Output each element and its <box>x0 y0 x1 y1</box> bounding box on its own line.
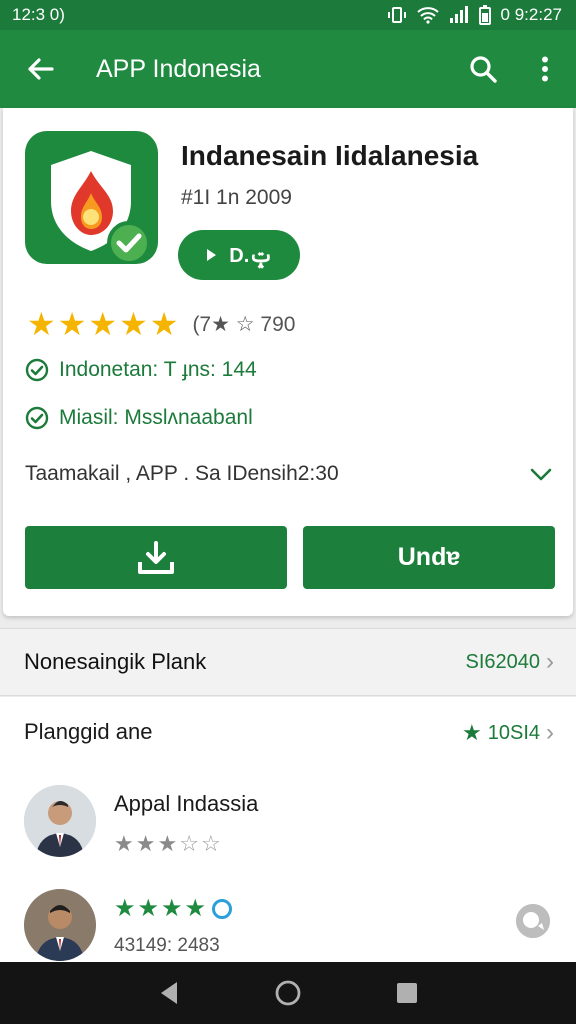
chat-bubble-icon <box>516 904 550 938</box>
system-nav-bar <box>0 962 576 1024</box>
star-filled-icon: ★ <box>149 306 179 342</box>
reviews-title: Planggid ane <box>24 719 153 744</box>
check-circle-icon <box>25 406 49 430</box>
chevron-right-icon: › <box>546 719 554 746</box>
app-name: Indanesain Iidalanesia <box>181 140 479 171</box>
star-filled-icon: ★ <box>157 831 178 856</box>
status-bar: 12:3 0) 0 9:2:27 <box>0 0 576 30</box>
rating-text: (7★ ☆ 790 <box>192 312 296 336</box>
app-subtitle: #1I 1n 2009 <box>181 186 292 209</box>
status-time: 12:3 0) <box>12 5 65 24</box>
star-filled-icon: ★ <box>161 895 183 922</box>
info-row-meta: Miasil: Msslʌnaabanl <box>25 406 253 430</box>
star-filled-icon: ★ <box>114 831 134 856</box>
install-button-label: Undɐ <box>397 543 461 571</box>
battery-icon <box>478 5 491 25</box>
open-button[interactable]: D.ݓ <box>178 230 300 280</box>
info-installs-text: Indonetan: T ɟns: 144 <box>59 358 257 381</box>
review-stars: ★ ★ ★ ☆ ☆ <box>114 833 221 855</box>
more-vert-icon <box>542 56 548 82</box>
app-bar-title: APP Indonesia <box>96 54 261 83</box>
status-clock: 0 9:2:27 <box>500 5 562 24</box>
overflow-menu-button[interactable] <box>514 30 576 108</box>
info-meta-text: Miasil: Msslʌnaabanl <box>59 406 253 429</box>
back-button[interactable] <box>0 30 80 108</box>
developer-text: Taamakail , APP . Sa IDensih2:30 <box>25 462 339 485</box>
app-icon <box>25 131 158 264</box>
play-icon <box>207 249 217 261</box>
avatar[interactable] <box>24 889 96 961</box>
feedback-button[interactable] <box>516 904 550 938</box>
nav-home-icon[interactable] <box>274 979 302 1007</box>
verified-badge-icon <box>212 899 233 919</box>
nav-back-icon[interactable] <box>157 980 181 1006</box>
star-empty-icon: ☆ <box>200 831 221 856</box>
rating-row: ★ ★ ★ ★ ★ (7★ ☆ 790 <box>27 308 295 340</box>
similar-apps-title: Nonesaingik Plank <box>24 649 207 674</box>
star-empty-icon: ☆ <box>179 831 199 856</box>
shield-flame-icon <box>51 151 151 264</box>
chevron-down-icon[interactable] <box>529 466 553 482</box>
star-filled-icon: ★ <box>27 306 56 342</box>
search-icon <box>470 56 497 83</box>
reviews-header-action[interactable]: ★ 10SI4 › <box>462 719 554 747</box>
download-icon <box>138 540 174 574</box>
person-avatar-image <box>24 889 96 961</box>
developer-row[interactable]: Taamakail , APP . Sa IDensih2:30 <box>25 462 553 486</box>
download-button[interactable] <box>25 526 287 589</box>
star-icon: ★ <box>462 720 482 745</box>
star-filled-icon: ★ <box>57 306 87 342</box>
review-author: Appal Indassia <box>114 791 259 816</box>
star-filled-icon: ★ <box>88 306 118 342</box>
star-filled-icon: ★ <box>114 895 136 922</box>
reviews-section: Planggid ane ★ 10SI4 › Appal Indassia ★ ★… <box>0 697 576 962</box>
app-bar: APP Indonesia <box>0 30 576 108</box>
open-button-label: D.ݓ <box>229 244 273 267</box>
similar-apps-count: SI62040 <box>465 650 540 673</box>
search-button[interactable] <box>452 30 514 108</box>
star-filled-icon: ★ <box>137 895 160 922</box>
reviews-count: 10SI4 <box>487 721 540 744</box>
star-filled-icon: ★ <box>135 831 156 856</box>
info-row-installs: Indonetan: T ɟns: 144 <box>25 358 257 382</box>
nav-recents-icon[interactable] <box>395 981 419 1005</box>
back-arrow-icon <box>28 58 54 80</box>
star-filled-icon: ★ <box>119 306 148 342</box>
person-avatar-image <box>24 785 96 857</box>
app-details-card: Indanesain Iidalanesia #1I 1n 2009 D.ݓ ★… <box>3 108 573 616</box>
wifi-icon <box>416 7 439 24</box>
review-meta: 43149: 2483 <box>114 935 220 956</box>
check-circle-icon <box>25 358 49 382</box>
similar-apps-value: SI62040 › <box>465 648 554 676</box>
status-icons: 0 9:2:27 <box>387 5 562 25</box>
review-stars: ★ ★ ★ ★ <box>114 895 233 922</box>
vibrate-icon <box>387 7 406 23</box>
avatar[interactable] <box>24 785 96 857</box>
signal-icon <box>449 6 468 23</box>
rating-stars: ★ ★ ★ ★ ★ <box>27 308 178 340</box>
install-button[interactable]: Undɐ <box>303 526 555 589</box>
star-filled-icon: ★ <box>184 895 207 922</box>
similar-apps-row[interactable]: Nonesaingik Plank SI62040 › <box>0 628 576 696</box>
chevron-right-icon: › <box>546 648 554 675</box>
